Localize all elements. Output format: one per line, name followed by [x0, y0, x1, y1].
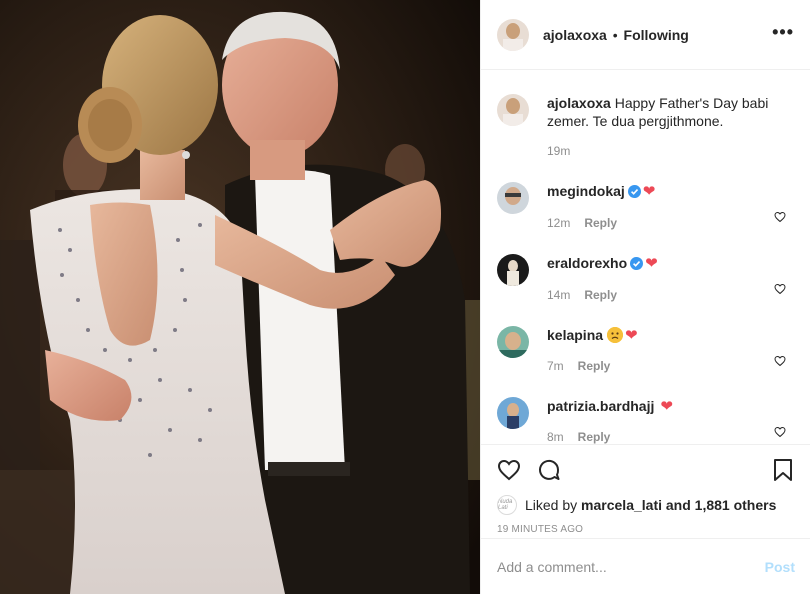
caption-username[interactable]: ajolaxoxa [547, 95, 611, 111]
comment-username[interactable]: patrizia.bardhajj [547, 398, 654, 414]
comment-text: ❤ [642, 183, 656, 200]
reply-button[interactable]: Reply [578, 359, 611, 373]
comment-age[interactable]: 7m [547, 359, 564, 373]
caption-age[interactable]: 19m [547, 144, 570, 158]
sad-face-emoji-icon [607, 327, 624, 343]
comment-username[interactable]: eraldorexho [547, 255, 627, 271]
verified-badge-icon [627, 184, 641, 202]
comment-avatar[interactable] [497, 326, 529, 358]
comment-username[interactable]: kelapina [547, 327, 603, 343]
author-avatar[interactable] [497, 18, 529, 51]
comment-age[interactable]: 8m [547, 430, 564, 444]
add-comment-bar: Add a comment... Post [481, 538, 810, 594]
bookmark-icon[interactable] [772, 458, 794, 482]
add-comment-input[interactable]: Add a comment... [497, 559, 607, 575]
comment-avatar[interactable] [497, 254, 529, 286]
comment-avatar[interactable] [497, 182, 529, 214]
comment-item: kelapina ❤ 7m Reply [497, 302, 794, 373]
author-line: ajolaxoxa • Following [543, 27, 689, 43]
like-heart-icon[interactable] [497, 458, 521, 482]
like-comment-heart-icon[interactable] [774, 282, 786, 298]
comments-list: ajolaxoxa Happy Father's Day babi zemer.… [481, 70, 810, 444]
comment-item: patrizia.bardhajj ❤ 8m Reply [497, 373, 794, 444]
post-photo [0, 0, 480, 594]
more-options-icon[interactable]: ••• [772, 23, 794, 43]
reply-button[interactable]: Reply [584, 288, 617, 302]
likes-prefix: Liked by [525, 497, 578, 513]
separator-dot: • [612, 26, 618, 43]
comment-age[interactable]: 12m [547, 216, 570, 230]
caption-avatar[interactable] [497, 94, 529, 126]
liker-avatar[interactable]: Nuda Lati [497, 495, 517, 515]
comment-username[interactable]: megindokaj [547, 183, 625, 199]
comment-text: ❤ [625, 327, 638, 344]
caption: ajolaxoxa Happy Father's Day babi zemer.… [497, 70, 794, 158]
reply-button[interactable]: Reply [578, 430, 611, 444]
comment-text: ❤ [660, 398, 673, 415]
like-comment-heart-icon[interactable] [774, 210, 786, 226]
comment-age[interactable]: 14m [547, 288, 570, 302]
comment-bubble-icon[interactable] [537, 458, 561, 482]
likes-others[interactable]: and 1,881 others [666, 497, 777, 513]
post-actions-bar [481, 444, 810, 494]
reply-button[interactable]: Reply [584, 216, 617, 230]
post-header: ajolaxoxa • Following ••• [481, 0, 810, 70]
comment-avatar[interactable] [497, 397, 529, 429]
comment-text: ❤ [645, 255, 658, 272]
instagram-post-modal: ajolaxoxa • Following ••• ajolaxoxa Happ… [0, 0, 810, 594]
post-comment-button[interactable]: Post [765, 559, 795, 575]
post-details-panel: ajolaxoxa • Following ••• ajolaxoxa Happ… [480, 0, 810, 594]
author-username[interactable]: ajolaxoxa [543, 27, 607, 43]
comment-item: megindokaj ❤ 12m Reply [497, 158, 794, 230]
liker-username[interactable]: marcela_lati [581, 497, 662, 513]
comment-item: eraldorexho ❤ 14m Reply [497, 230, 794, 302]
verified-badge-icon [630, 256, 644, 274]
post-timestamp[interactable]: 19 MINUTES AGO [481, 524, 810, 535]
likes-summary: Nuda Lati Liked by marcela_lati and 1,88… [481, 494, 810, 516]
following-button[interactable]: Following [624, 27, 689, 43]
like-comment-heart-icon[interactable] [774, 425, 786, 441]
like-comment-heart-icon[interactable] [774, 354, 786, 370]
